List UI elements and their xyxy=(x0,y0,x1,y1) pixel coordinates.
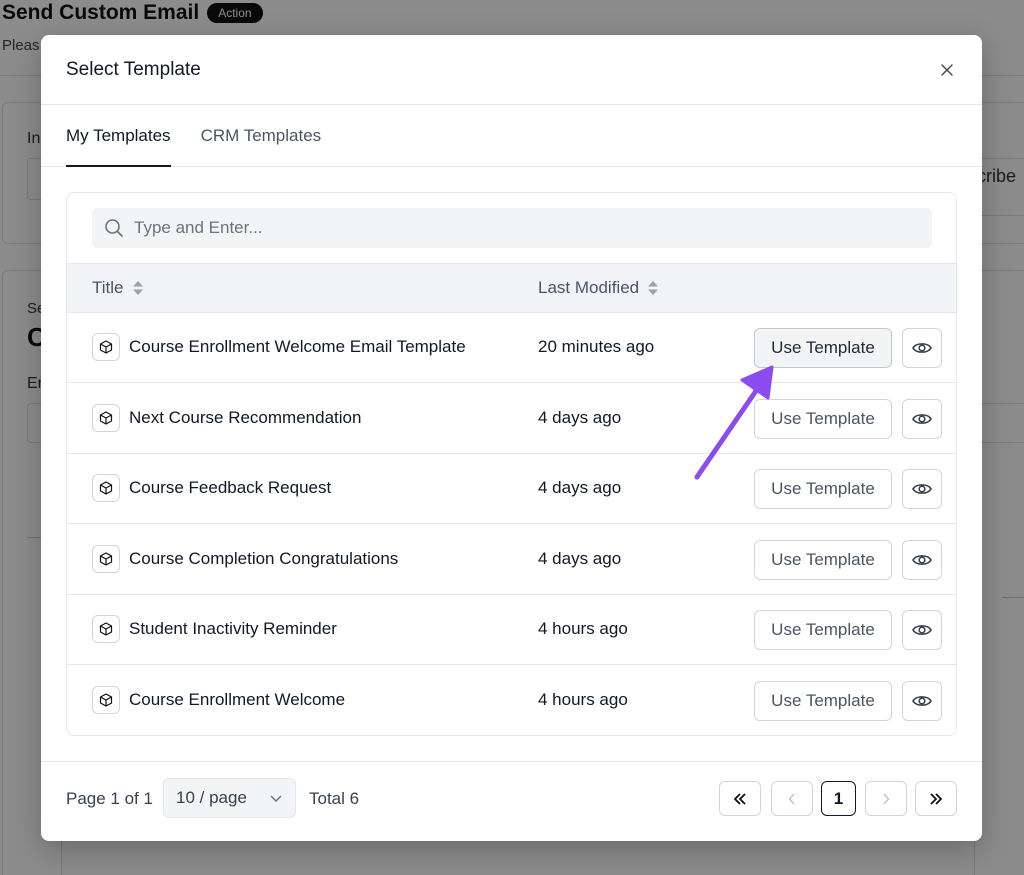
next-page-button[interactable] xyxy=(865,781,907,816)
table-row: Course Feedback Request 4 days ago Use Tem… xyxy=(67,454,956,524)
preview-button[interactable] xyxy=(902,469,942,509)
page-info: Page 1 of 1 xyxy=(66,789,153,808)
select-template-modal: Select Template My Templates CRM Templat… xyxy=(41,35,982,841)
tab-crm-templates[interactable]: CRM Templates xyxy=(201,105,322,166)
total-count: Total 6 xyxy=(309,789,360,808)
template-title: Course Feedback Request xyxy=(129,478,332,497)
per-page-value: 10 / page xyxy=(176,788,247,807)
eye-icon xyxy=(912,343,932,353)
template-title: Next Course Recommendation xyxy=(129,407,362,427)
first-page-button[interactable] xyxy=(719,781,761,816)
table-row: Next Course Recommendation 4 days ago Use … xyxy=(67,384,956,454)
last-modified: 4 days ago xyxy=(538,407,622,427)
table-header: Title Last Modified xyxy=(67,263,956,313)
cube-icon xyxy=(92,544,120,573)
last-page-button[interactable] xyxy=(915,781,957,816)
tab-my-templates[interactable]: My Templates xyxy=(66,105,171,167)
cube-icon xyxy=(92,403,120,432)
preview-button[interactable] xyxy=(902,680,942,721)
template-title: Course Enrollment Welcome xyxy=(129,689,346,709)
last-modified: 20 minutes ago xyxy=(538,337,655,356)
double-chevron-right-icon xyxy=(930,792,943,805)
preview-button[interactable] xyxy=(902,610,942,650)
sort-icon[interactable] xyxy=(132,280,144,296)
templates-panel: Title Last Modified Course Enrollment We… xyxy=(66,192,957,736)
use-template-button[interactable]: Use Template xyxy=(754,610,892,650)
use-template-button[interactable]: Use Template xyxy=(754,398,892,439)
cube-icon xyxy=(92,685,120,714)
cube-icon xyxy=(92,615,120,643)
modal-header: Select Template xyxy=(41,35,982,105)
chevron-left-icon xyxy=(788,792,795,805)
page-button-current[interactable]: 1 xyxy=(821,781,856,816)
double-chevron-left-icon xyxy=(733,792,746,805)
preview-button[interactable] xyxy=(902,539,942,580)
column-last-modified[interactable]: Last Modified xyxy=(538,278,659,298)
preview-button[interactable] xyxy=(902,398,942,439)
template-title: Course Completion Congratulations xyxy=(129,548,399,568)
preview-button[interactable] xyxy=(902,328,942,368)
per-page-select[interactable]: 10 / page xyxy=(163,778,296,818)
close-button[interactable] xyxy=(937,60,957,80)
pagination-bar: Page 1 of 1 10 / page Total 6 1 xyxy=(41,761,982,841)
use-template-button[interactable]: Use Template xyxy=(754,328,892,368)
table-row: Course Completion Congratulations 4 days … xyxy=(67,525,956,595)
eye-icon xyxy=(912,554,932,565)
last-modified: 4 days ago xyxy=(538,478,622,497)
template-title: Student Inactivity Reminder xyxy=(129,619,337,638)
modal-title: Select Template xyxy=(66,58,201,80)
sort-icon[interactable] xyxy=(647,280,659,296)
close-icon xyxy=(941,63,953,76)
template-title: Course Enrollment Welcome Email Template xyxy=(129,337,466,356)
eye-icon xyxy=(912,625,932,635)
use-template-button[interactable]: Use Template xyxy=(754,539,892,580)
table-row: Course Enrollment Welcome 4 hours ago Use … xyxy=(67,666,956,736)
use-template-button[interactable]: Use Template xyxy=(754,680,892,721)
prev-page-button[interactable] xyxy=(771,781,813,816)
use-template-button[interactable]: Use Template xyxy=(754,469,892,509)
column-title[interactable]: Title xyxy=(92,278,144,298)
search-icon xyxy=(105,219,123,237)
template-tabs: My Templates CRM Templates xyxy=(41,105,982,167)
cube-icon xyxy=(92,474,120,502)
table-row: Course Enrollment Welcome Email Template… xyxy=(67,313,956,383)
eye-icon xyxy=(912,413,932,424)
cube-icon xyxy=(92,333,120,361)
eye-icon xyxy=(912,695,932,706)
last-modified: 4 hours ago xyxy=(538,619,628,638)
last-modified: 4 hours ago xyxy=(538,689,628,709)
eye-icon xyxy=(912,484,932,494)
last-modified: 4 days ago xyxy=(538,548,622,568)
search-input[interactable] xyxy=(134,218,920,238)
chevron-down-icon xyxy=(270,795,282,803)
chevron-right-icon xyxy=(883,792,890,805)
search-bar xyxy=(92,208,932,248)
table-row: Student Inactivity Reminder 4 hours ago Us… xyxy=(67,595,956,665)
